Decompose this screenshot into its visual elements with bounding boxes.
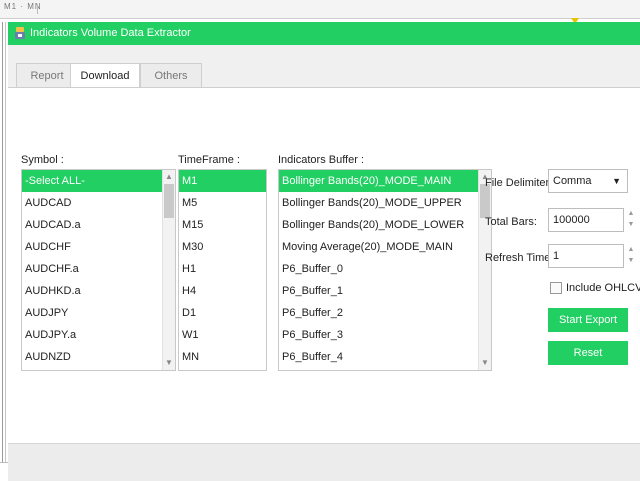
extractor-dialog: Indicators Volume Data Extractor Report … [8,22,640,481]
symbol-item[interactable]: AUDHKD.a [22,280,175,302]
buffers-list[interactable]: Bollinger Bands(20)_MODE_MAIN Bollinger B… [278,169,492,371]
scroll-thumb[interactable] [480,184,490,218]
timeframe-item[interactable]: H1 [179,258,266,280]
timeframe-item[interactable]: M30 [179,236,266,258]
timeframe-item[interactable]: MN [179,346,266,368]
buffer-item[interactable]: Moving Average(20)_MODE_MAIN [279,236,491,258]
refresh-time-value: 1 [553,250,560,262]
scroll-down-icon[interactable]: ▼ [163,357,175,369]
timeframe-item[interactable]: M15 [179,214,266,236]
app-icon [15,27,25,39]
tab-others[interactable]: Others [140,63,202,87]
total-bars-input[interactable]: 100000 [548,208,624,232]
dialog-body: Report Download Others Symbol : -Select … [8,45,640,443]
symbol-scrollbar[interactable]: ▲ ▼ [162,170,175,370]
timeframe-item[interactable]: H4 [179,280,266,302]
total-bars-label: Total Bars: [485,216,537,228]
scroll-down-icon[interactable]: ▼ [479,357,491,369]
tab-download[interactable]: Download [70,63,140,88]
buffer-item[interactable]: P6_Buffer_4 [279,346,491,368]
chevron-down-icon[interactable]: ▼ [612,170,621,192]
buffer-item[interactable]: P6_Buffer_2 [279,302,491,324]
start-export-button[interactable]: Start Export [548,308,628,332]
symbol-list[interactable]: -Select ALL- AUDCAD AUDCAD.a AUDCHF AUDCHF.a… [21,169,176,371]
status-bar [8,443,640,481]
terminal-toolbar: M1 · MN [0,0,640,24]
symbol-item[interactable]: AUDCAD.a [22,214,175,236]
tab-report[interactable]: Report [16,63,78,87]
symbol-item[interactable]: AUDNZD [22,346,175,368]
title-bar[interactable]: Indicators Volume Data Extractor [8,22,640,45]
download-panel: Symbol : -Select ALL- AUDCAD AUDCAD.a AUDCH… [8,88,640,443]
refresh-label: Refresh Time: [485,252,554,264]
symbol-item[interactable]: AUDCHF [22,236,175,258]
symbol-item[interactable]: AUDJPY [22,302,175,324]
chart-gridline [2,22,3,462]
buffer-item[interactable]: Bollinger Bands(20)_MODE_UPPER [279,192,491,214]
timeframe-label: TimeFrame : [178,154,240,166]
toolbar-separator [37,4,38,14]
timeframe-item[interactable]: D1 [179,302,266,324]
chart-gridline [5,22,6,462]
buffer-item[interactable]: Bollinger Bands(20)_MODE_LOWER [279,214,491,236]
symbol-label: Symbol : [21,154,64,166]
refresh-time-input[interactable]: 1 [548,244,624,268]
delimiter-dropdown[interactable]: Comma ▼ [548,169,628,193]
include-ohlcv-label[interactable]: Include OHLCV [566,282,640,294]
delimiter-value: Comma [553,175,592,187]
buffer-item[interactable]: P6_Buffer_3 [279,324,491,346]
timeframe-list[interactable]: M1 M5 M15 M30 H1 H4 D1 W1 MN [178,169,267,371]
buffers-scrollbar[interactable]: ▲ ▼ [478,170,491,370]
symbol-item[interactable]: AUDCAD [22,192,175,214]
refresh-time-stepper[interactable]: ▲ ▼ [626,244,636,268]
delimiter-label: File Delimiter: [485,177,553,189]
buffer-item[interactable]: P6_Buffer_1 [279,280,491,302]
buffers-label: Indicators Buffer : [278,154,365,166]
symbol-item[interactable]: AUDCHF.a [22,258,175,280]
scroll-thumb[interactable] [164,184,174,218]
window-title: Indicators Volume Data Extractor [30,27,191,39]
total-bars-value: 100000 [553,214,590,226]
timeframe-item[interactable]: M1 [179,170,266,192]
timeframe-item[interactable]: M5 [179,192,266,214]
timeframe-item[interactable]: W1 [179,324,266,346]
symbol-item[interactable]: AUDJPY.a [22,324,175,346]
scroll-up-icon[interactable]: ▲ [163,171,175,183]
reset-button[interactable]: Reset [548,341,628,365]
buffer-item[interactable]: Bollinger Bands(20)_MODE_MAIN [279,170,491,192]
symbol-item[interactable]: -Select ALL- [22,170,175,192]
include-ohlcv-checkbox[interactable] [550,282,562,294]
buffer-item[interactable]: P6_Buffer_0 [279,258,491,280]
total-bars-stepper[interactable]: ▲ ▼ [626,208,636,232]
